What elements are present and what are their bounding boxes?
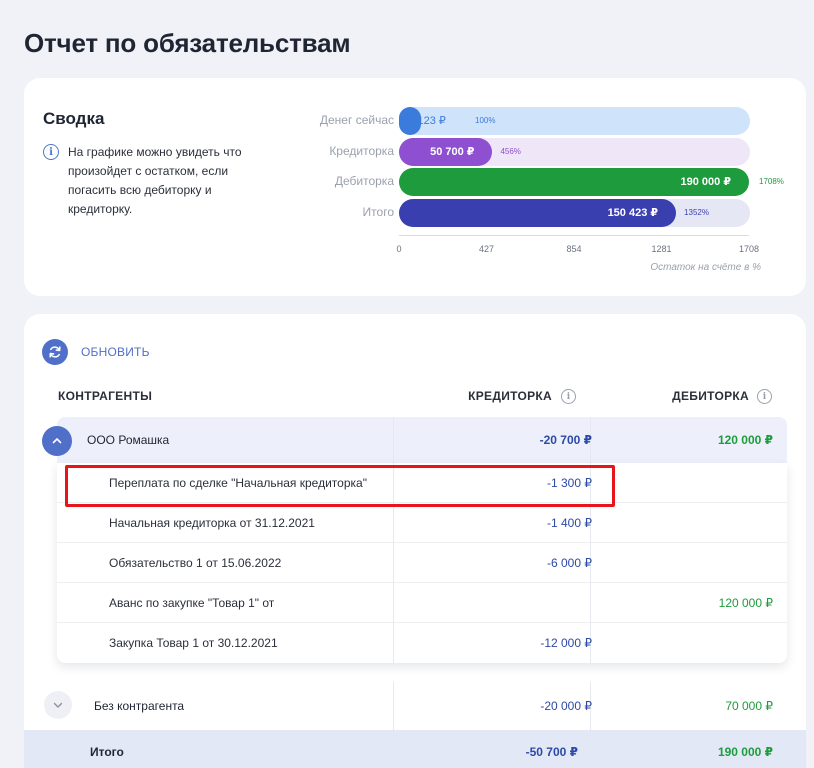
chart-bar-value: 190 000 ₽ <box>680 176 731 188</box>
row-credit: -20 000 ₽ <box>540 699 592 713</box>
row-debit: 120 000 ₽ <box>718 595 773 610</box>
group-name: ООО Ромашка <box>87 433 170 447</box>
row-debit: 70 000 ₽ <box>725 699 773 713</box>
chart-x-tick-label: 854 <box>566 244 582 254</box>
row-credit: -1 300 ₽ <box>547 475 592 490</box>
refresh-button[interactable] <box>42 339 68 365</box>
row-credit: -12 000 ₽ <box>540 636 592 650</box>
row-name: Закупка Товар 1 от 30.12.2021 <box>109 636 278 650</box>
summary-chart: Остаток на счёте в % Денег сейчас 11 123 … <box>304 100 794 280</box>
summary-info-text: На графике можно увидеть что произойдет … <box>68 145 242 216</box>
chart-bar-value: 11 123 ₽ <box>403 115 446 127</box>
group-debit: 120 000 ₽ <box>717 433 773 447</box>
chart-bar-value: 150 423 ₽ <box>607 207 659 219</box>
chart-x-axis <box>399 235 749 236</box>
row-name: Переплата по сделке "Начальная кредиторк… <box>109 475 367 490</box>
table-row-total: Итого -50 700 ₽ 190 000 ₽ <box>24 730 806 768</box>
expand-group-button[interactable] <box>44 691 72 719</box>
chart-x-tick-label: 427 <box>478 244 495 254</box>
row-credit: -1 400 ₽ <box>547 515 592 530</box>
chart-bar-track <box>399 107 750 135</box>
refresh-link[interactable]: ОБНОВИТЬ <box>81 345 150 359</box>
row-name: Аванс по закупке "Товар 1" от <box>109 595 275 610</box>
total-debit: 190 000 ₽ <box>717 745 773 759</box>
debit-info-icon[interactable]: i <box>757 389 772 404</box>
chart-bar-percent: 1352% <box>684 208 709 217</box>
row-name: Обязательство 1 от 15.06.2022 <box>109 555 282 570</box>
chart-x-axis-label: Остаток на счёте в % <box>650 262 761 273</box>
liabilities-table-card: ОБНОВИТЬ КОНТРАГЕНТЫ КРЕДИТОРКА i ДЕБИТО… <box>24 314 806 768</box>
table-row-group[interactable]: ООО Ромашка -20 700 ₽ 120 000 ₽ <box>57 417 787 463</box>
row-credit: -6 000 ₽ <box>547 555 592 570</box>
chart-category-label: Кредиторка <box>329 144 394 158</box>
table-row[interactable]: Начальная кредиторка от 31.12.2021 -1 40… <box>57 503 787 543</box>
group-credit: -20 700 ₽ <box>539 433 592 447</box>
header-counterparties[interactable]: КОНТРАГЕНТЫ <box>58 389 152 403</box>
chart-bar-percent: 1708% <box>759 177 784 186</box>
table-row-no-counterparty[interactable]: Без контрагента -20 000 ₽ 70 000 ₽ <box>57 682 787 730</box>
summary-title: Сводка <box>43 109 105 128</box>
total-label: Итого <box>90 745 124 759</box>
chart-x-tick-label: 1708 <box>738 244 760 254</box>
header-credit[interactable]: КРЕДИТОРКА <box>468 389 552 403</box>
chart-category-label: Итого <box>362 205 394 219</box>
table-row[interactable]: Закупка Товар 1 от 30.12.2021 -12 000 ₽ <box>57 623 787 663</box>
refresh-icon <box>49 346 61 358</box>
chart-bar-value: 50 700 ₽ <box>430 146 475 158</box>
table-row[interactable]: Переплата по сделке "Начальная кредиторк… <box>57 463 787 503</box>
chart-x-tick-label: 1281 <box>651 244 672 254</box>
chart-x-tick-label: 0 <box>396 244 402 254</box>
chart-bar-percent: 100% <box>475 116 496 125</box>
header-debit[interactable]: ДЕБИТОРКА <box>672 389 749 403</box>
table-row[interactable]: Обязательство 1 от 15.06.2022 -6 000 ₽ <box>57 543 787 583</box>
row-name: Начальная кредиторка от 31.12.2021 <box>109 515 315 530</box>
table-row[interactable]: Аванс по закупке "Товар 1" от 120 000 ₽ <box>57 583 787 623</box>
chart-category-label: Денег сейчас <box>319 113 394 127</box>
row-name: Без контрагента <box>94 699 185 713</box>
chevron-up-icon <box>52 438 62 444</box>
chart-category-label: Дебиторка <box>334 174 394 188</box>
summary-card: Сводка i На графике можно увидеть что пр… <box>24 78 806 296</box>
group-children: Переплата по сделке "Начальная кредиторк… <box>57 463 787 663</box>
chart-bar-percent: 456% <box>500 147 521 156</box>
total-credit: -50 700 ₽ <box>525 745 578 759</box>
info-icon[interactable]: i <box>43 144 59 160</box>
page-title: Отчет по обязательствам <box>24 28 351 58</box>
credit-info-icon[interactable]: i <box>561 389 576 404</box>
collapse-group-button[interactable] <box>42 426 72 456</box>
chevron-down-icon <box>53 702 63 708</box>
